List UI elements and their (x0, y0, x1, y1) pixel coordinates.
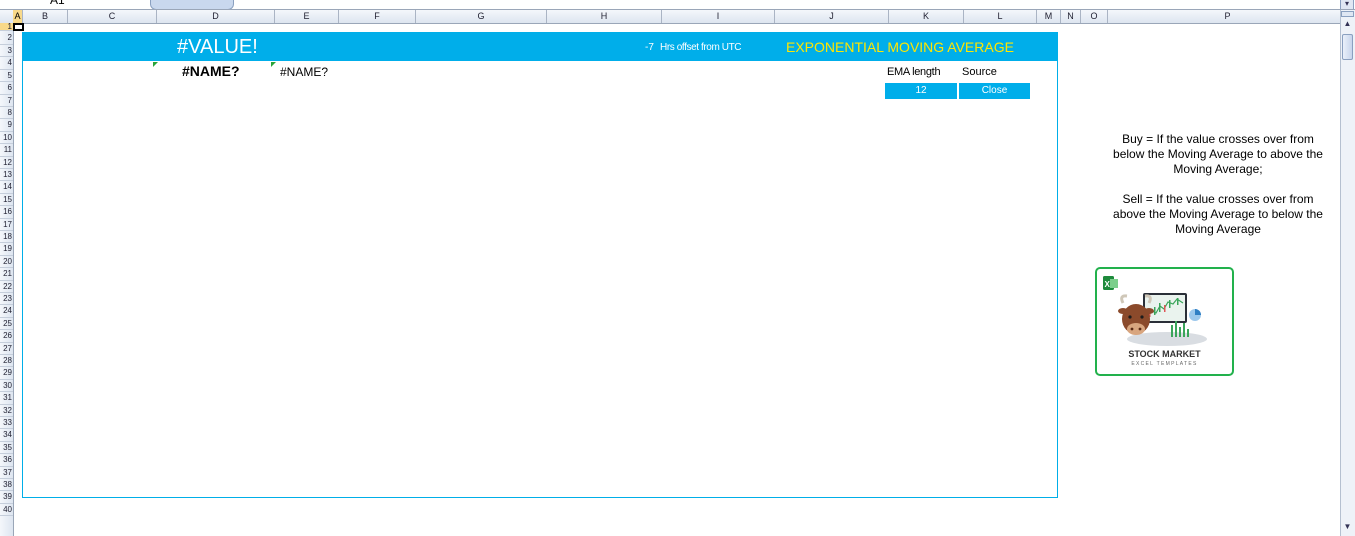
sell-rule-note: Sell = If the value crosses over from ab… (1113, 192, 1323, 236)
scrollbar-thumb[interactable] (1342, 34, 1353, 60)
row-header-22[interactable]: 22 (0, 281, 13, 293)
page-title: EXPONENTIAL MOVING AVERAGE (786, 39, 1014, 55)
utc-offset-label: Hrs offset from UTC (660, 42, 742, 53)
logo-title: STOCK MARKET (1128, 349, 1201, 359)
logo-subtitle: EXCEL TEMPLATES (1131, 361, 1198, 367)
scroll-up-icon[interactable]: ▲ (1341, 18, 1354, 30)
vertical-scrollbar[interactable] (1340, 10, 1355, 536)
symbol-description-cell[interactable]: #NAME? (280, 65, 328, 79)
row-header-25[interactable]: 25 (0, 318, 13, 331)
column-header-j[interactable]: J (775, 10, 889, 23)
column-header-b[interactable]: B (23, 10, 68, 23)
row-header-31[interactable]: 31 (0, 392, 13, 405)
column-header-i[interactable]: I (662, 10, 775, 23)
row-header-17[interactable]: 17 (0, 219, 13, 231)
row-header-30[interactable]: 30 (0, 380, 13, 393)
row-header-1[interactable]: 1 (0, 23, 13, 31)
row-header-21[interactable]: 21 (0, 268, 13, 281)
comment-indicator-icon (153, 62, 158, 67)
column-header-a[interactable]: A (13, 10, 23, 23)
row-header-34[interactable]: 34 (0, 429, 13, 442)
row-header-35[interactable]: 35 (0, 442, 13, 455)
row-header-9[interactable]: 9 (0, 119, 13, 132)
svg-text:X: X (1105, 280, 1111, 289)
column-header-g[interactable]: G (416, 10, 547, 23)
dashboard-panel (22, 32, 1058, 498)
row-header-33[interactable]: 33 (0, 417, 13, 430)
row-header-7[interactable]: 7 (0, 95, 13, 107)
column-header-bar: ABCDEFGHIJKLMNOP (0, 10, 1348, 24)
buy-rule-note: Buy = If the value crosses over from bel… (1113, 132, 1323, 176)
column-header-c[interactable]: C (68, 10, 157, 23)
column-header-d[interactable]: D (157, 10, 275, 23)
row-header-5[interactable]: 5 (0, 70, 13, 83)
logo: X (1095, 267, 1234, 376)
row-header-14[interactable]: 14 (0, 181, 13, 194)
column-header-k[interactable]: K (889, 10, 964, 23)
row-header-20[interactable]: 20 (0, 256, 13, 269)
comment-indicator-icon (271, 62, 276, 67)
row-header-12[interactable]: 12 (0, 157, 13, 169)
row-header-27[interactable]: 27 (0, 343, 13, 355)
symbol-name-cell[interactable]: #NAME? (182, 63, 240, 79)
split-handle[interactable] (1341, 11, 1354, 17)
name-box-value: A1 (50, 0, 65, 7)
row-header-16[interactable]: 16 (0, 206, 13, 219)
column-header-m[interactable]: M (1037, 10, 1061, 23)
row-header-40[interactable]: 40 (0, 504, 13, 517)
scroll-down-icon[interactable]: ▼ (1341, 521, 1354, 533)
row-header-19[interactable]: 19 (0, 243, 13, 256)
source-label: Source (962, 66, 997, 78)
header-value-cell[interactable]: #VALUE! (177, 36, 258, 59)
utc-offset-value[interactable]: -7 (645, 42, 654, 53)
column-header-l[interactable]: L (964, 10, 1037, 23)
column-header-o[interactable]: O (1081, 10, 1108, 23)
row-header-24[interactable]: 24 (0, 305, 13, 318)
row-header-8[interactable]: 8 (0, 107, 13, 120)
row-header-36[interactable]: 36 (0, 454, 13, 467)
column-header-e[interactable]: E (275, 10, 339, 23)
ema-length-label: EMA length (887, 66, 941, 78)
formula-bar: A1 ▾ (0, 0, 1355, 10)
row-header-39[interactable]: 39 (0, 491, 13, 504)
row-header-13[interactable]: 13 (0, 169, 13, 182)
chevron-down-icon[interactable]: ▾ (1340, 0, 1354, 9)
row-header-37[interactable]: 37 (0, 467, 13, 479)
row-header-11[interactable]: 11 (0, 144, 13, 157)
name-box[interactable]: A1 (0, 0, 140, 9)
row-header-26[interactable]: 26 (0, 330, 13, 343)
active-cell-cursor[interactable] (13, 23, 24, 31)
column-header-n[interactable]: N (1061, 10, 1081, 23)
column-header-p[interactable]: P (1108, 10, 1348, 23)
ema-length-input[interactable]: 12 (885, 83, 957, 99)
row-header-10[interactable]: 10 (0, 132, 13, 145)
column-header-h[interactable]: H (547, 10, 662, 23)
row-header-2[interactable]: 2 (0, 31, 13, 45)
source-select[interactable]: Close (959, 83, 1030, 99)
formula-input[interactable] (150, 0, 234, 9)
row-header-32[interactable]: 32 (0, 405, 13, 417)
row-header-4[interactable]: 4 (0, 57, 13, 70)
row-header-29[interactable]: 29 (0, 367, 13, 380)
row-header-bar: 1 2 3 4 5 6 7 8 9 10 11 12 13 14 15 16 17 18 19 20 21 22 23 24 2… (0, 23, 14, 536)
row-header-23[interactable]: 23 (0, 293, 13, 306)
row-header-18[interactable]: 18 (0, 231, 13, 244)
row-header-38[interactable]: 38 (0, 479, 13, 492)
column-header-f[interactable]: F (339, 10, 416, 23)
row-header-3[interactable]: 3 (0, 45, 13, 58)
row-header-6[interactable]: 6 (0, 82, 13, 95)
row-header-28[interactable]: 28 (0, 355, 13, 368)
row-header-15[interactable]: 15 (0, 194, 13, 207)
